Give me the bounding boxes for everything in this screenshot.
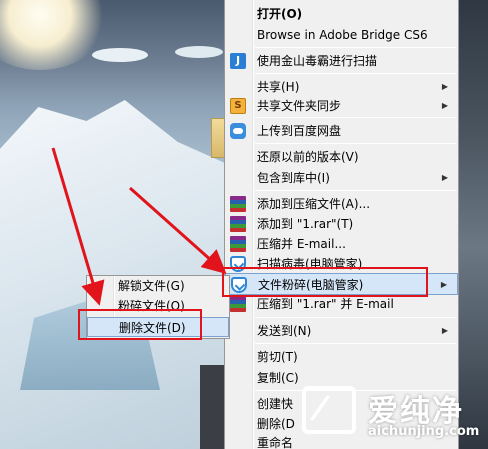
annotation-box-shredder [222, 267, 428, 297]
sun-glare [0, 0, 110, 70]
menu-item-label: 复制(C) [257, 371, 299, 385]
menu-item-add-archive[interactable]: 添加到压缩文件(A)... [225, 193, 458, 215]
menu-item-label: 创建快 [257, 397, 294, 411]
menu-item-restore-versions[interactable]: 还原以前的版本(V) [225, 146, 458, 168]
watermark-url: aichunjing.com [368, 424, 480, 439]
submenu-arrow-icon: ▶ [441, 173, 448, 182]
menu-separator [255, 343, 456, 344]
submenu-arrow-icon: ▶ [441, 326, 448, 335]
ice-floe [175, 46, 223, 58]
menu-item-baidu-upload[interactable]: 上传到百度网盘 [225, 120, 458, 142]
winrar-icon [230, 216, 246, 232]
menu-item-label: 共享(H) [257, 80, 300, 94]
menu-item-label: 重命名 [257, 436, 294, 449]
submenu-arrow-icon: ▶ [441, 101, 448, 110]
menu-separator [255, 117, 456, 118]
jinshan-icon: J [230, 53, 246, 69]
menu-item-label: 压缩并 E-mail... [257, 237, 346, 251]
menu-item-label: 添加到压缩文件(A)... [257, 197, 371, 211]
menu-item-label: 打开(O) [257, 7, 303, 21]
menu-item-label: 解锁文件(G) [118, 279, 185, 293]
sync-icon: S [230, 98, 246, 114]
watermark: 爱纯净 aichunjing.com [298, 378, 488, 449]
winrar-icon [230, 296, 246, 312]
menu-item-compress-email[interactable]: 压缩并 E-mail... [225, 233, 458, 255]
baidu-cloud-icon [230, 123, 246, 139]
winrar-icon [230, 196, 246, 212]
menu-item-label: 还原以前的版本(V) [257, 150, 359, 164]
menu-item-label: Browse in Adobe Bridge CS6 [257, 28, 428, 42]
menu-separator [255, 143, 456, 144]
menu-item-adobe-bridge[interactable]: Browse in Adobe Bridge CS6 [225, 24, 458, 46]
menu-item-label: 删除(D [257, 417, 295, 431]
submenu-item-unlock[interactable]: 解锁文件(G) [87, 276, 229, 296]
menu-item-label: 共享文件夹同步 [257, 99, 342, 113]
menu-item-label: 压缩到 "1.rar" 并 E-mail [257, 297, 394, 311]
menu-separator [255, 47, 456, 48]
menu-item-label: 剪切(T) [257, 350, 298, 364]
menu-item-add-to-rar[interactable]: 添加到 "1.rar"(T) [225, 213, 458, 235]
menu-item-jinshan-scan[interactable]: J 使用金山毒霸进行扫描 [225, 50, 458, 72]
menu-item-send-to[interactable]: 发送到(N) ▶ [225, 320, 458, 342]
menu-separator [255, 317, 456, 318]
watermark-logo-icon [302, 386, 356, 434]
menu-separator [255, 73, 456, 74]
menu-item-open[interactable]: 打开(O) [225, 3, 458, 25]
menu-item-cut[interactable]: 剪切(T) [225, 346, 458, 368]
menu-item-share-sync[interactable]: S 共享文件夹同步 ▶ [225, 95, 458, 117]
menu-item-label: 包含到库中(I) [257, 171, 330, 185]
menu-item-label: 上传到百度网盘 [257, 124, 342, 138]
menu-item-label: 发送到(N) [257, 324, 312, 338]
ice-floe [92, 48, 148, 62]
menu-item-include-library[interactable]: 包含到库中(I) ▶ [225, 167, 458, 189]
menu-item-label: 添加到 "1.rar"(T) [257, 217, 354, 231]
winrar-icon [230, 236, 246, 252]
menu-separator [255, 190, 456, 191]
annotation-box-delete-file [78, 309, 202, 340]
menu-item-label: 使用金山毒霸进行扫描 [257, 54, 378, 68]
